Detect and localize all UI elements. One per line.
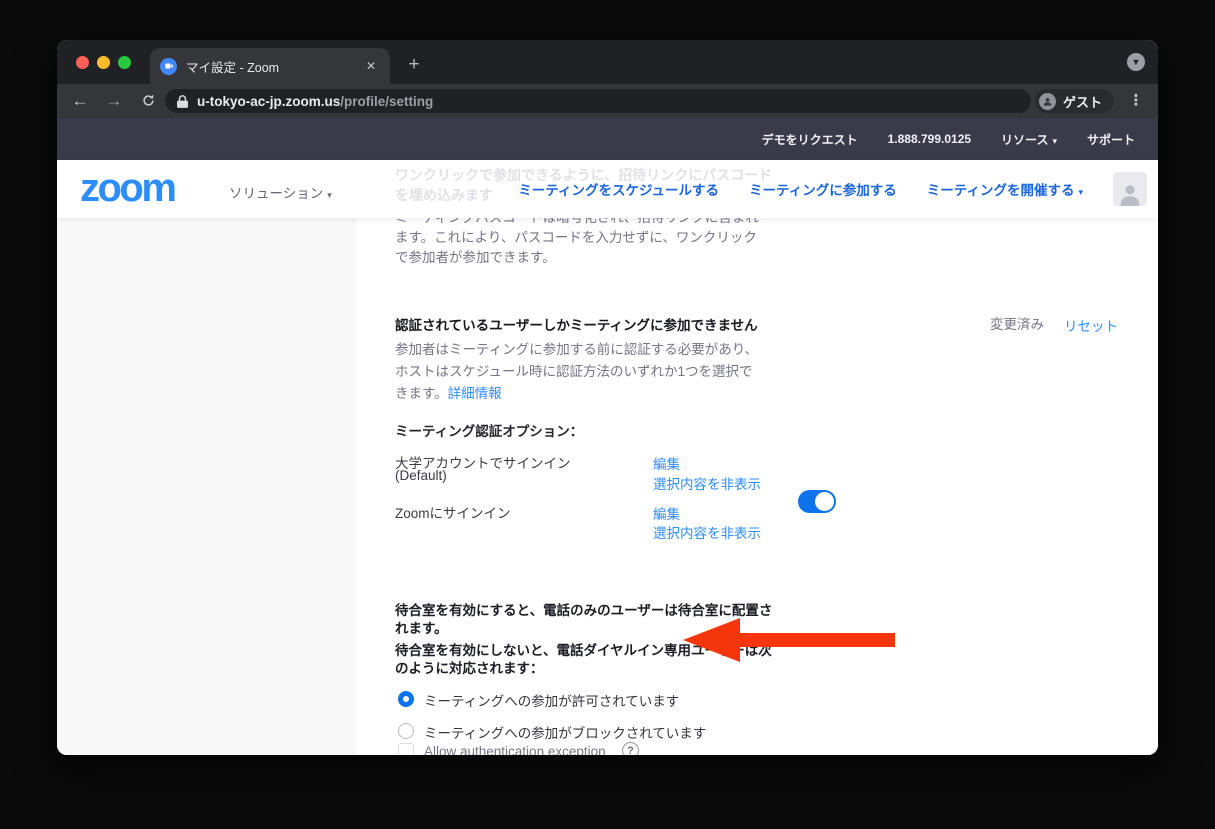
phone-number[interactable]: 1.888.799.0125: [888, 132, 971, 146]
profile-chip[interactable]: ゲスト: [1035, 89, 1114, 113]
passcode-desc-line2: で参加者が参加できます。: [395, 248, 556, 268]
address-bar[interactable]: u-tokyo-ac-jp.zoom.us/profile/setting: [165, 89, 1031, 113]
guest-label: ゲスト: [1063, 92, 1102, 111]
radio-allow-label: ミーティングへの参加が許可されています: [424, 690, 679, 710]
edit-link[interactable]: 編集: [653, 503, 680, 523]
chevron-down-icon: ▾: [1078, 187, 1083, 197]
browser-menu-icon[interactable]: ⋮: [1126, 89, 1146, 113]
zoom-favicon-icon: [160, 58, 177, 75]
radio-block-label: ミーティングへの参加がブロックされています: [424, 722, 706, 742]
chevron-down-icon: ▾: [1052, 136, 1057, 146]
radio-allow-join[interactable]: [398, 691, 414, 707]
auth-options-heading: ミーティング認証オプション：: [395, 420, 583, 440]
hide-selection-link[interactable]: 選択内容を非表示: [653, 522, 761, 542]
join-meeting-link[interactable]: ミーティングに参加する: [749, 179, 897, 199]
site-topbar: デモをリクエスト 1.888.799.0125 リソース▾ サポート: [57, 118, 1158, 160]
header-nav: ミーティングをスケジュールする ミーティングに参加する ミーティングを開催する▾: [518, 160, 1147, 218]
reload-icon[interactable]: [135, 88, 161, 114]
red-arrow-annotation: [681, 616, 899, 669]
auth-setting-title: 認証されているユーザーしかミーティングに参加できません: [395, 314, 758, 334]
passcode-desc-line1: ます。これにより、パスコードを入力せずに、ワンクリック: [395, 228, 757, 248]
edit-link[interactable]: 編集: [653, 453, 680, 473]
account-avatar[interactable]: [1113, 172, 1147, 206]
radio-block-join[interactable]: [398, 723, 414, 739]
forward-icon[interactable]: →: [101, 88, 127, 114]
lock-icon[interactable]: [177, 95, 188, 108]
schedule-meeting-link[interactable]: ミーティングをスケジュールする: [518, 179, 719, 199]
site-header: ワンクリックで参加できるように、招待リンクにパスコード を埋め込みます zoom…: [57, 160, 1158, 218]
waiting-room-para2-line2: のように対応されます：: [395, 660, 544, 679]
tab-title: マイ設定 - Zoom: [186, 57, 362, 76]
window-minimize-button[interactable]: [97, 56, 110, 69]
waiting-room-para1-line2: れます。: [395, 620, 448, 639]
learn-more-link[interactable]: 詳細情報: [448, 386, 502, 401]
auth-desc-line1: 参加者はミーティングに参加する前に認証する必要があり、: [395, 340, 758, 360]
settings-sidebar: [57, 218, 356, 755]
auth-exception-checkbox[interactable]: [398, 743, 414, 755]
url-domain: u-tokyo-ac-jp.zoom.us: [197, 94, 340, 109]
help-icon[interactable]: ?: [622, 742, 639, 755]
reset-link[interactable]: リセット: [1064, 315, 1118, 335]
back-icon[interactable]: ←: [67, 88, 93, 114]
auth-setting-toggle[interactable]: [798, 490, 836, 513]
auth-desc-line3: きます。詳細情報: [395, 384, 502, 404]
modified-badge: 変更済み: [990, 315, 1044, 335]
url-path: /profile/setting: [340, 94, 433, 109]
resources-menu[interactable]: リソース▾: [1001, 131, 1057, 148]
auth-option-name: Zoomにサインイン: [395, 502, 511, 522]
zoom-logo[interactable]: zoom: [80, 166, 174, 211]
request-demo-link[interactable]: デモをリクエスト: [762, 131, 858, 148]
auth-exception-label: Allow authentication exception: [424, 742, 606, 755]
browser-window: マイ設定 - Zoom ✕ + ▼ ← → u-tokyo-ac-jp.zoom…: [57, 40, 1158, 755]
window-close-button[interactable]: [76, 56, 89, 69]
host-meeting-menu[interactable]: ミーティングを開催する▾: [927, 179, 1083, 199]
profile-avatar-icon: [1039, 93, 1056, 110]
browser-tabstrip: マイ設定 - Zoom ✕ + ▼: [57, 40, 1158, 84]
support-link[interactable]: サポート: [1087, 131, 1135, 148]
solutions-menu[interactable]: ソリューション▾: [229, 182, 332, 202]
new-tab-button[interactable]: +: [401, 52, 427, 78]
settings-content: ミーティングパスコードは暗号化され、招待リンクに含まれ ます。これにより、パスコ…: [57, 218, 1158, 755]
tab-close-icon[interactable]: ✕: [362, 57, 380, 75]
window-zoom-button[interactable]: [118, 56, 131, 69]
auth-option-default-tag: (Default): [395, 468, 447, 483]
browser-toolbar: ← → u-tokyo-ac-jp.zoom.us/profile/settin…: [57, 84, 1158, 118]
auth-desc-line2: ホストはスケジュール時に認証方法のいずれか1つを選択で: [395, 362, 753, 382]
hide-selection-link[interactable]: 選択内容を非表示: [653, 473, 761, 493]
browser-tab[interactable]: マイ設定 - Zoom ✕: [150, 48, 390, 84]
tab-search-icon[interactable]: ▼: [1127, 53, 1145, 71]
chevron-down-icon: ▾: [327, 190, 332, 200]
